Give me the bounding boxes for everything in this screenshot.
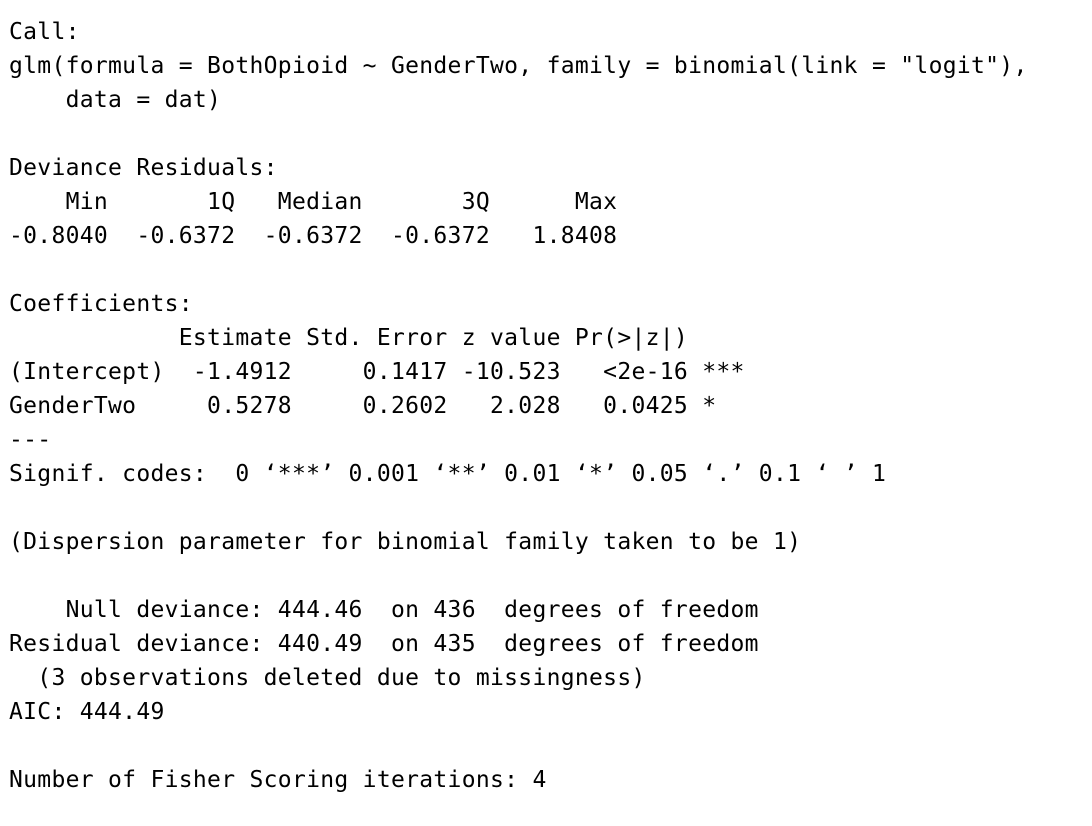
deviance-residuals-columns: Min 1Q Median 3Q Max	[9, 189, 646, 215]
deviance-residuals-values: -0.8040 -0.6372 -0.6372 -0.6372 1.8408	[9, 223, 646, 249]
deviance-residuals-header: Deviance Residuals:	[9, 155, 278, 181]
call-header: Call:	[9, 19, 80, 45]
null-deviance: Null deviance: 444.46 on 436 degrees of …	[9, 597, 759, 623]
coefficient-row-gendertwo: GenderTwo 0.5278 0.2602 2.028 0.0425 *	[9, 393, 745, 419]
call-formula-line-2: data = dat)	[9, 87, 222, 113]
aic-value: AIC: 444.49	[9, 699, 165, 725]
coefficient-row-intercept: (Intercept) -1.4912 0.1417 -10.523 <2e-1…	[9, 359, 745, 385]
coefficients-columns: Estimate Std. Error z value Pr(>|z|)	[9, 325, 745, 351]
significance-codes: Signif. codes: 0 ‘***’ 0.001 ‘**’ 0.01 ‘…	[9, 461, 887, 487]
dispersion-note: (Dispersion parameter for binomial famil…	[9, 529, 802, 555]
missingness-note: (3 observations deleted due to missingne…	[9, 665, 646, 691]
call-formula-line-1: glm(formula = BothOpioid ~ GenderTwo, fa…	[9, 53, 1028, 79]
fisher-iterations: Number of Fisher Scoring iterations: 4	[9, 767, 547, 793]
residual-deviance: Residual deviance: 440.49 on 435 degrees…	[9, 631, 759, 657]
coefficients-header: Coefficients:	[9, 291, 193, 317]
r-console-output: Call: glm(formula = BothOpioid ~ GenderT…	[9, 15, 1084, 797]
separator-line: ---	[9, 427, 52, 453]
